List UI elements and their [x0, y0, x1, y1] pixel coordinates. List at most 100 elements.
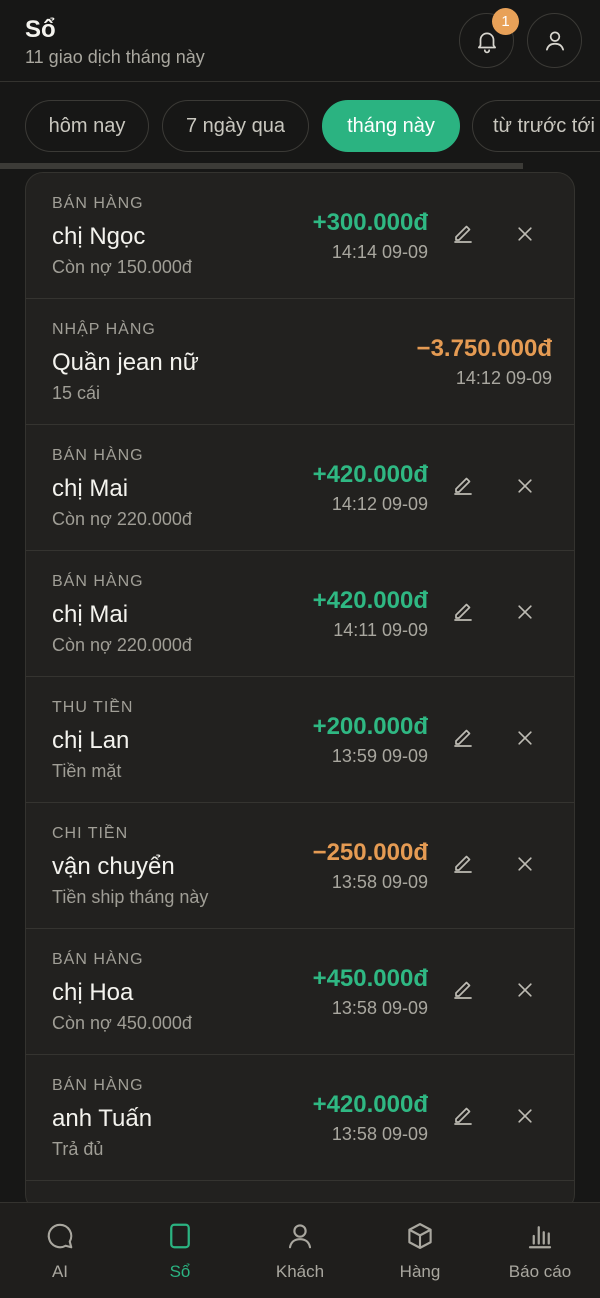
transaction-type: BÁN HÀNG: [52, 1077, 144, 1094]
transaction-amount: +200.000đ: [312, 713, 428, 740]
transaction-time: 13:59 09-09: [331, 746, 428, 766]
transaction-note: Tiền ship tháng này: [52, 887, 209, 907]
transaction-time: 13:58 09-09: [331, 1124, 428, 1144]
period-filter-tabs: hôm nay 7 ngày qua tháng này từ trước tớ…: [0, 82, 600, 172]
box-icon: [405, 1221, 435, 1251]
chat-bubble-icon: [45, 1221, 75, 1251]
tab-all-time[interactable]: từ trước tới nay: [472, 100, 600, 152]
pencil-icon: [451, 978, 475, 1007]
nav-label: Hàng: [399, 1262, 441, 1281]
transaction-time: 14:12 09-09: [455, 368, 552, 388]
notification-badge: 1: [492, 8, 519, 35]
transaction-row[interactable]: BÁN HÀNG chị Hoa Còn nợ 450.000đ +450.000đ 1…: [26, 929, 574, 1055]
delete-transaction-button[interactable]: [512, 1105, 538, 1131]
nav-label: AI: [51, 1262, 69, 1281]
transaction-row[interactable]: NHẬP HÀNG Quần jean nữ 15 cái −3.750.000đ 14…: [26, 299, 574, 425]
profile-button[interactable]: [527, 13, 582, 68]
page-title: Sổ: [25, 16, 56, 43]
close-icon: [515, 854, 535, 879]
transaction-time: 14:12 09-09: [331, 494, 428, 514]
nav-item-customers[interactable]: Khách: [240, 1203, 360, 1298]
transaction-row[interactable]: CHI TIỀN vận chuyển Tiền ship tháng này −25…: [26, 803, 574, 929]
transaction-note: 15 cái: [52, 383, 101, 403]
transaction-note: Trả đủ: [52, 1139, 104, 1159]
tab-last-7-days[interactable]: 7 ngày qua: [162, 100, 309, 152]
transaction-type: CHI TIỀN: [52, 825, 129, 842]
delete-transaction-button[interactable]: [512, 979, 538, 1005]
transaction-party: anh Tuấn: [52, 1105, 153, 1132]
transaction-row[interactable]: BÁN HÀNG chị Ngọc Còn nợ 150.000đ +300.000đ…: [26, 173, 574, 299]
transaction-amount: −3.750.000đ: [416, 335, 552, 362]
tab-this-month[interactable]: tháng này: [322, 100, 460, 152]
transaction-type: NHẬP HÀNG: [52, 321, 156, 338]
transaction-row[interactable]: BÁN HÀNG anh Tuấn Trả đủ +420.000đ 13:58 09-…: [26, 1055, 574, 1181]
nav-item-ai[interactable]: AI: [0, 1203, 120, 1298]
transaction-row[interactable]: BÁN HÀNG chị Mai Còn nợ 220.000đ +420.000đ 1…: [26, 425, 574, 551]
close-icon: [515, 602, 535, 627]
tab-today[interactable]: hôm nay: [25, 100, 149, 152]
transaction-party: chị Mai: [52, 475, 129, 502]
edit-transaction-button[interactable]: [450, 475, 476, 501]
transaction-type: BÁN HÀNG: [52, 573, 144, 590]
edit-transaction-button[interactable]: [450, 601, 476, 627]
transaction-party: chị Hoa: [52, 979, 134, 1006]
pencil-icon: [451, 474, 475, 503]
delete-transaction-button[interactable]: [512, 853, 538, 879]
person-icon: [285, 1221, 315, 1251]
bottom-navigation: AI Sổ Khách Hàng Báo cáo: [0, 1202, 600, 1298]
pencil-icon: [451, 600, 475, 629]
user-icon: [545, 30, 564, 51]
transaction-note: Còn nợ 150.000đ: [52, 257, 192, 277]
transaction-type: BÁN HÀNG: [52, 951, 144, 968]
transaction-party: vận chuyển: [52, 853, 175, 880]
close-icon: [515, 224, 535, 249]
transaction-type: BÁN HÀNG: [52, 447, 144, 464]
transaction-type: THU TIỀN: [52, 699, 134, 716]
transaction-note: Tiền mặt: [52, 761, 122, 781]
pencil-icon: [451, 1104, 475, 1133]
nav-item-reports[interactable]: Báo cáo: [480, 1203, 600, 1298]
transaction-note: Còn nợ 220.000đ: [52, 635, 192, 655]
transaction-amount: +300.000đ: [312, 209, 428, 236]
edit-transaction-button[interactable]: [450, 1105, 476, 1131]
transaction-list: BÁN HÀNG chị Ngọc Còn nợ 150.000đ +300.000đ…: [25, 172, 575, 1212]
edit-transaction-button[interactable]: [450, 853, 476, 879]
ledger-icon: [165, 1221, 195, 1251]
nav-item-ledger[interactable]: Sổ: [120, 1203, 240, 1298]
nav-label: Khách: [275, 1262, 325, 1281]
transaction-row[interactable]: BÁN HÀNG chị Mai Còn nợ 220.000đ +420.000đ 1…: [26, 551, 574, 677]
transaction-time: 14:11 09-09: [333, 620, 428, 640]
transaction-note: Còn nợ 220.000đ: [52, 509, 192, 529]
delete-transaction-button[interactable]: [512, 475, 538, 501]
transaction-row[interactable]: THU TIỀN chị Lan Tiền mặt +200.000đ 13:59 09…: [26, 677, 574, 803]
nav-label: Báo cáo: [508, 1262, 572, 1281]
transaction-note: Còn nợ 450.000đ: [52, 1013, 192, 1033]
transaction-amount: +420.000đ: [312, 461, 428, 488]
close-icon: [515, 980, 535, 1005]
delete-transaction-button[interactable]: [512, 223, 538, 249]
transaction-party: chị Lan: [52, 727, 130, 754]
transaction-amount: +420.000đ: [312, 587, 428, 614]
edit-transaction-button[interactable]: [450, 727, 476, 753]
transaction-time: 13:58 09-09: [331, 998, 428, 1018]
bar-chart-icon: [525, 1221, 555, 1251]
tabs-scrollbar[interactable]: [0, 163, 523, 169]
transaction-amount: +420.000đ: [312, 1091, 428, 1118]
edit-transaction-button[interactable]: [450, 979, 476, 1005]
transaction-time: 13:58 09-09: [331, 872, 428, 892]
transaction-count-subtitle: 11 giao dịch tháng này: [25, 47, 205, 67]
transaction-amount: +450.000đ: [312, 965, 428, 992]
pencil-icon: [451, 852, 475, 881]
close-icon: [515, 476, 535, 501]
close-icon: [515, 728, 535, 753]
transaction-type: BÁN HÀNG: [52, 195, 144, 212]
edit-transaction-button[interactable]: [450, 223, 476, 249]
pencil-icon: [451, 222, 475, 251]
nav-item-products[interactable]: Hàng: [360, 1203, 480, 1298]
nav-label: Sổ: [169, 1262, 191, 1281]
transaction-time: 14:14 09-09: [331, 242, 428, 262]
app-header: Sổ 11 giao dịch tháng này 1: [0, 0, 600, 82]
delete-transaction-button[interactable]: [512, 727, 538, 753]
delete-transaction-button[interactable]: [512, 601, 538, 627]
transaction-party: chị Mai: [52, 601, 129, 628]
